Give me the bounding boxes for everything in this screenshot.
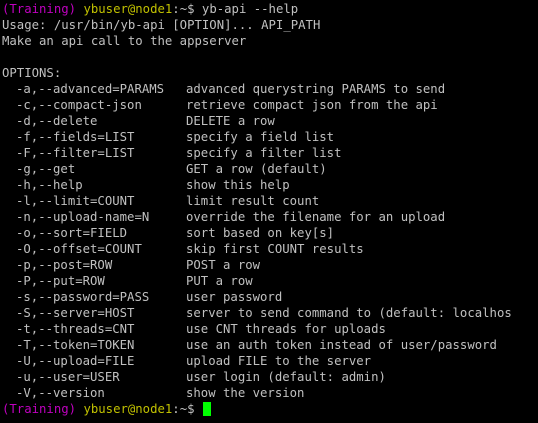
options-list: -a,--advanced=PARAMS advanced querystring… xyxy=(0,81,538,401)
command-prompt-line: (Training) ybuser@node1:~$ yb-api --help xyxy=(0,1,538,17)
option-description: POST a row xyxy=(186,258,261,272)
usage-line: Usage: /usr/bin/yb-api [OPTION]... API_P… xyxy=(2,18,321,32)
option-row: -f,--fields=LIST specify a field list xyxy=(0,129,538,145)
option-row: -a,--advanced=PARAMS advanced querystring… xyxy=(0,81,538,97)
option-description: show the version xyxy=(186,386,305,400)
option-row: -t,--threads=CNT use CNT threads for uplo… xyxy=(0,321,538,337)
option-flag: -d,--delete xyxy=(16,114,98,128)
option-description: sort based on key[s] xyxy=(186,226,335,240)
option-flag: -s,--password=PASS xyxy=(16,290,150,304)
option-row: -g,--get GET a row (default) xyxy=(0,161,538,177)
prompt-user-host: ybuser@node1 xyxy=(83,402,173,416)
option-flag: -O,--offset=COUNT xyxy=(16,242,142,256)
option-flag: -S,--server=HOST xyxy=(16,306,135,320)
option-flag: -n,--upload-name=N xyxy=(16,210,150,224)
option-row: -P,--put=ROW PUT a row xyxy=(0,273,538,289)
option-row: -T,--token=TOKEN use an auth token instea… xyxy=(0,337,538,353)
option-description: server to send command to (default: loca… xyxy=(186,306,512,320)
option-description: use an auth token instead of user/passwo… xyxy=(186,338,497,352)
terminal-window[interactable]: (Training) ybuser@node1:~$ yb-api --help… xyxy=(0,0,538,423)
active-prompt-line[interactable]: (Training) ybuser@node1:~$ xyxy=(0,401,538,417)
option-row: -S,--server=HOST server to send command t… xyxy=(0,305,538,321)
option-flag: -g,--get xyxy=(16,162,76,176)
option-flag: -T,--token=TOKEN xyxy=(16,338,135,352)
option-description: user login (default: admin) xyxy=(186,370,386,384)
option-flag: -F,--filter=LIST xyxy=(16,146,135,160)
options-header: OPTIONS: xyxy=(2,66,62,80)
option-row: -o,--sort=FIELD sort based on key[s] xyxy=(0,225,538,241)
option-flag: -c,--compact-json xyxy=(16,98,142,112)
option-row: -d,--delete DELETE a row xyxy=(0,113,538,129)
option-description: upload FILE to the server xyxy=(186,354,372,368)
option-row: -p,--post=ROW POST a row xyxy=(0,257,538,273)
prompt-user-host: ybuser@node1 xyxy=(83,2,173,16)
option-row: -l,--limit=COUNT limit result count xyxy=(0,193,538,209)
option-description: retrieve compact json from the api xyxy=(186,98,438,112)
option-description: override the filename for an upload xyxy=(186,210,446,224)
option-row: -c,--compact-json retrieve compact json f… xyxy=(0,97,538,113)
option-flag: -t,--threads=CNT xyxy=(16,322,135,336)
option-description: DELETE a row xyxy=(186,114,275,128)
option-description: use CNT threads for uploads xyxy=(186,322,386,336)
prompt-suffix: :~$ xyxy=(172,402,195,416)
option-description: limit result count xyxy=(186,194,320,208)
option-flag: -l,--limit=COUNT xyxy=(16,194,135,208)
option-description: specify a filter list xyxy=(186,146,342,160)
option-flag: -o,--sort=FIELD xyxy=(16,226,128,240)
option-description: advanced querystring PARAMS to send xyxy=(186,82,446,96)
option-flag: -p,--post=ROW xyxy=(16,258,113,272)
option-flag: -f,--fields=LIST xyxy=(16,130,135,144)
option-row: -s,--password=PASS user password xyxy=(0,289,538,305)
description-line: Make an api call to the appserver xyxy=(2,34,247,48)
option-description: show this help xyxy=(186,178,290,192)
option-row: -h,--help show this help xyxy=(0,177,538,193)
option-row: -u,--user=USER user login (default: admin… xyxy=(0,369,538,385)
option-description: user password xyxy=(186,290,283,304)
prompt-env: (Training) xyxy=(2,2,77,16)
option-description: GET a row (default) xyxy=(186,162,327,176)
entered-command: yb-api --help xyxy=(201,2,299,16)
option-description: specify a field list xyxy=(186,130,335,144)
option-flag: -u,--user=USER xyxy=(16,370,120,384)
terminal-cursor[interactable] xyxy=(202,402,211,416)
option-flag: -h,--help xyxy=(16,178,83,192)
option-row: -V,--version show the version xyxy=(0,385,538,401)
option-row: -O,--offset=COUNT skip first COUNT result… xyxy=(0,241,538,257)
option-row: -U,--upload=FILE upload FILE to the serve… xyxy=(0,353,538,369)
option-row: -F,--filter=LIST specify a filter list xyxy=(0,145,538,161)
option-flag: -P,--put=ROW xyxy=(16,274,105,288)
option-flag: -V,--version xyxy=(16,386,105,400)
option-flag: -U,--upload=FILE xyxy=(16,354,135,368)
option-description: PUT a row xyxy=(186,274,253,288)
option-description: skip first COUNT results xyxy=(186,242,364,256)
prompt-suffix: :~$ xyxy=(172,2,195,16)
option-flag: -a,--advanced=PARAMS xyxy=(16,82,165,96)
prompt-env: (Training) xyxy=(2,402,77,416)
option-row: -n,--upload-name=N override the filename … xyxy=(0,209,538,225)
